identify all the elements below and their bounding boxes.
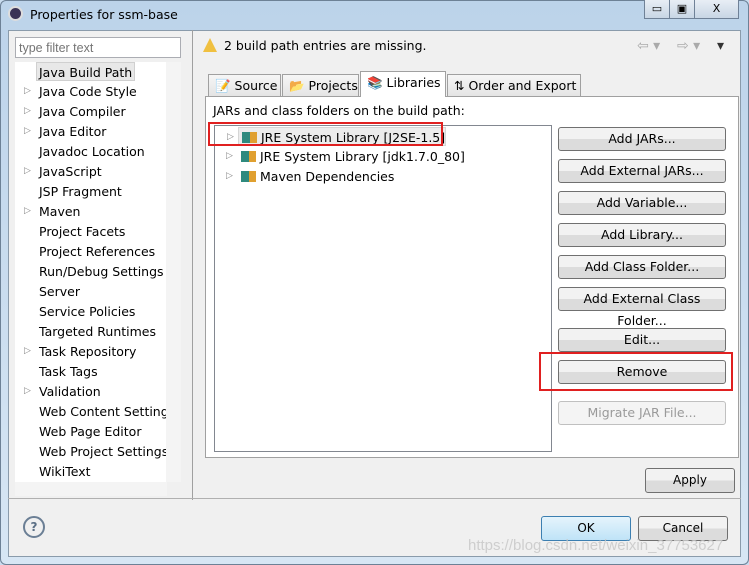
vertical-scrollbar[interactable] bbox=[166, 62, 181, 482]
sidebar-item-label: JavaScript bbox=[39, 164, 102, 179]
sidebar-item-label: Project Facets bbox=[39, 224, 126, 239]
expand-arrow-icon[interactable]: ▷ bbox=[24, 382, 31, 401]
sidebar-item-label: Java Compiler bbox=[39, 104, 126, 119]
close-button[interactable]: X bbox=[694, 0, 739, 19]
back-icon[interactable]: ⇦ ▾ bbox=[637, 38, 660, 54]
sidebar-item-label: Web Content Settings bbox=[39, 404, 167, 419]
sidebar-item[interactable]: ▷ Java Editor bbox=[24, 122, 107, 141]
tab-libraries[interactable]: 📚 Libraries bbox=[360, 71, 446, 97]
highlight-box bbox=[539, 352, 733, 391]
sidebar-item-label: Server bbox=[39, 284, 80, 299]
sidebar-item-label: Web Project Settings bbox=[39, 444, 167, 459]
add-external-jars-button[interactable]: Add External JARs... bbox=[558, 159, 726, 183]
window-title: Properties for ssm-base bbox=[30, 7, 178, 22]
sidebar-item[interactable]: ▷ Validation bbox=[24, 382, 101, 401]
sidebar-item[interactable]: Web Page Editor bbox=[39, 422, 141, 441]
sidebar-item-label: Project References bbox=[39, 244, 156, 259]
add-variable-button[interactable]: Add Variable... bbox=[558, 191, 726, 215]
add-external-class-folder-button[interactable]: Add External Class Folder... bbox=[558, 287, 726, 328]
edit-button[interactable]: Edit... bbox=[558, 328, 726, 352]
apply-button[interactable]: Apply bbox=[645, 468, 735, 493]
filter-input[interactable] bbox=[15, 37, 181, 58]
menu-icon[interactable]: ▾ bbox=[717, 38, 724, 54]
status-message: 2 build path entries are missing. bbox=[224, 38, 427, 53]
footer-separator bbox=[8, 498, 741, 499]
order-icon: ⇅ bbox=[454, 78, 469, 93]
tab-source[interactable]: 📝 Source bbox=[208, 74, 281, 96]
sidebar-item[interactable]: JSP Fragment bbox=[39, 182, 122, 201]
library-icon: 📚 bbox=[367, 75, 387, 90]
expand-arrow-icon[interactable]: ▷ bbox=[24, 342, 31, 361]
sidebar-item-label: JSP Fragment bbox=[39, 184, 122, 199]
sidebar-item-label: Service Policies bbox=[39, 304, 136, 319]
minimize-button[interactable]: ▭ bbox=[644, 0, 670, 19]
sidebar-item-label: Validation bbox=[39, 384, 101, 399]
sidebar-item-label: Java Editor bbox=[39, 124, 107, 139]
add-class-folder-button[interactable]: Add Class Folder... bbox=[558, 255, 726, 279]
sidebar-item[interactable]: Web Content Settings bbox=[39, 402, 167, 421]
library-icon bbox=[241, 171, 256, 182]
expand-arrow-icon[interactable]: ▷ bbox=[24, 102, 31, 121]
sidebar-item[interactable]: ▷ Maven bbox=[24, 202, 81, 221]
sidebar-item[interactable]: Run/Debug Settings bbox=[39, 262, 164, 281]
sidebar-item[interactable]: Service Policies bbox=[39, 302, 135, 321]
sidebar-item-label: Javadoc Location bbox=[39, 144, 145, 159]
sidebar-item-label: Maven bbox=[39, 204, 81, 219]
divider bbox=[192, 30, 193, 500]
eclipse-icon bbox=[8, 6, 23, 21]
sidebar-item-label: Task Repository bbox=[39, 344, 137, 359]
maximize-button[interactable]: ▣ bbox=[669, 0, 695, 19]
sidebar-item[interactable]: Java Build Path bbox=[36, 62, 136, 81]
sidebar-item[interactable]: Targeted Runtimes bbox=[39, 322, 156, 341]
sidebar-item[interactable]: ▷ JavaScript bbox=[24, 162, 102, 181]
horizontal-scrollbar[interactable] bbox=[15, 482, 167, 496]
forward-icon[interactable]: ⇨ ▾ bbox=[677, 38, 700, 54]
sidebar-item-label: Task Tags bbox=[39, 364, 98, 379]
sidebar-item[interactable]: Javadoc Location bbox=[39, 142, 145, 161]
expand-arrow-icon[interactable]: ▷ bbox=[226, 167, 233, 186]
expand-arrow-icon[interactable]: ▷ bbox=[226, 147, 233, 166]
sidebar-item[interactable]: ▷ Java Compiler bbox=[24, 102, 126, 121]
source-icon: 📝 bbox=[215, 78, 235, 93]
add-jars-button[interactable]: Add JARs... bbox=[558, 127, 726, 151]
sidebar-item[interactable]: Task Tags bbox=[39, 362, 98, 381]
add-library-button[interactable]: Add Library... bbox=[558, 223, 726, 247]
property-tree: Java Build Path ▷ Java Code Style ▷ Java Com… bbox=[15, 62, 167, 482]
library-list: ▷ JRE System Library [J2SE-1.5] ▷ JRE Syste… bbox=[214, 125, 552, 452]
sidebar-item[interactable]: Server bbox=[39, 282, 80, 301]
sidebar-item[interactable]: Web Project Settings bbox=[39, 442, 167, 461]
sidebar-item[interactable]: Project Facets bbox=[39, 222, 125, 241]
watermark: https://blog.csdn.net/weixin_37753627 bbox=[468, 537, 724, 554]
migrate-jar-button: Migrate JAR File... bbox=[558, 401, 726, 425]
expand-arrow-icon[interactable]: ▷ bbox=[24, 162, 31, 181]
libraries-heading: JARs and class folders on the build path… bbox=[213, 103, 465, 118]
folder-icon: 📂 bbox=[289, 78, 309, 93]
library-label: Maven Dependencies bbox=[260, 169, 395, 184]
tab-order-export[interactable]: ⇅ Order and Export bbox=[447, 74, 581, 96]
sidebar-item-label: WikiText bbox=[39, 464, 91, 479]
library-label: JRE System Library [jdk1.7.0_80] bbox=[260, 149, 465, 164]
sidebar-item[interactable]: ▷ Java Code Style bbox=[24, 82, 137, 101]
highlight-box bbox=[208, 122, 443, 146]
expand-arrow-icon[interactable]: ▷ bbox=[24, 122, 31, 141]
library-entry[interactable]: ▷ JRE System Library [jdk1.7.0_80] bbox=[226, 147, 465, 166]
library-icon bbox=[241, 151, 256, 162]
sidebar-item[interactable]: WikiText bbox=[39, 462, 91, 481]
sidebar-item[interactable]: Project References bbox=[39, 242, 155, 261]
sidebar-item-label: Java Code Style bbox=[39, 84, 137, 99]
sidebar-item-label: Run/Debug Settings bbox=[39, 264, 164, 279]
library-entry[interactable]: ▷ Maven Dependencies bbox=[226, 167, 395, 186]
sidebar-item-label: Java Build Path bbox=[39, 65, 133, 80]
warning-icon bbox=[203, 38, 217, 52]
sidebar-item[interactable]: ▷ Task Repository bbox=[24, 342, 137, 361]
expand-arrow-icon[interactable]: ▷ bbox=[24, 82, 31, 101]
sidebar-item-label: Web Page Editor bbox=[39, 424, 142, 439]
expand-arrow-icon[interactable]: ▷ bbox=[24, 202, 31, 221]
tab-projects[interactable]: 📂 Projects bbox=[282, 74, 359, 96]
help-icon[interactable]: ? bbox=[23, 516, 45, 538]
sidebar-item-label: Targeted Runtimes bbox=[39, 324, 156, 339]
